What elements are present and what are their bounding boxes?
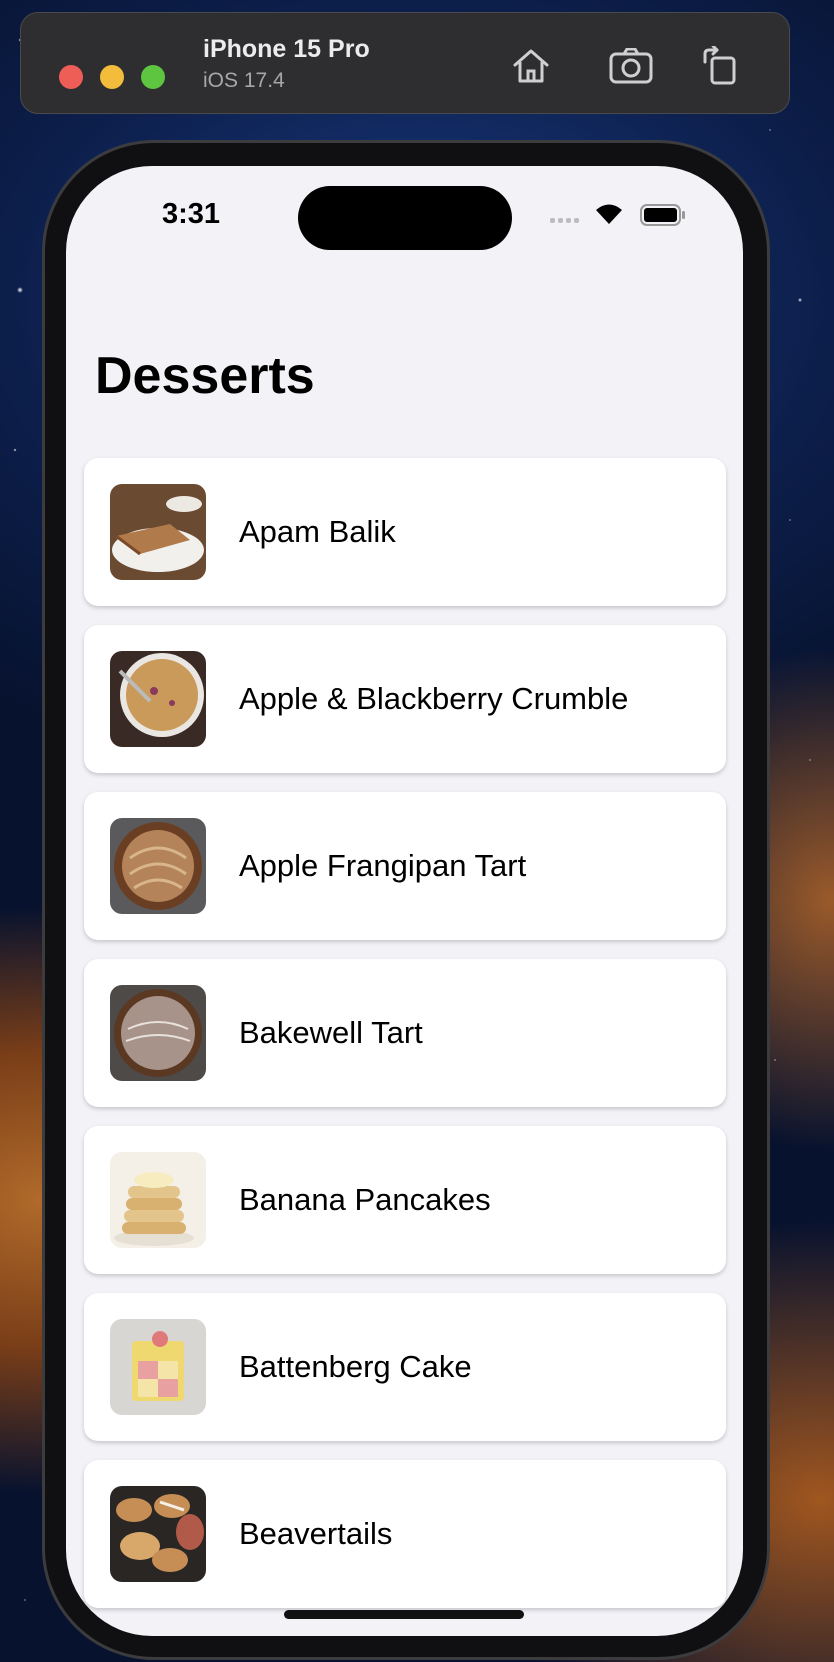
- screenshot-icon: [609, 48, 653, 84]
- list-item[interactable]: Battenberg Cake: [84, 1293, 726, 1441]
- dessert-name: Battenberg Cake: [239, 1349, 472, 1384]
- dessert-thumbnail: [110, 985, 206, 1081]
- dessert-thumbnail: [110, 1152, 206, 1248]
- dessert-name: Apple Frangipan Tart: [239, 848, 527, 883]
- wifi-icon: [596, 204, 622, 224]
- battery-icon: [640, 204, 685, 226]
- rotate-button[interactable]: [693, 43, 745, 89]
- list-item[interactable]: Banana Pancakes: [84, 1126, 726, 1274]
- list-item[interactable]: Apple Frangipan Tart: [84, 792, 726, 940]
- dessert-thumbnail: [110, 1319, 206, 1415]
- cellular-signal-icon: [550, 218, 579, 223]
- dessert-name: Bakewell Tart: [239, 1015, 423, 1050]
- close-window-button[interactable]: [59, 65, 83, 89]
- dessert-name: Beavertails: [239, 1516, 393, 1551]
- home-button[interactable]: [505, 43, 557, 89]
- dessert-thumbnail: [110, 1486, 206, 1582]
- device-name: iPhone 15 Pro: [203, 35, 370, 63]
- rotate-icon: [703, 46, 736, 85]
- screenshot-button[interactable]: [605, 43, 657, 89]
- list-item[interactable]: Apam Balik: [84, 458, 726, 606]
- zoom-window-button[interactable]: [141, 65, 165, 89]
- dessert-thumbnail: [110, 818, 206, 914]
- minimize-window-button[interactable]: [100, 65, 124, 89]
- dessert-thumbnail: [110, 651, 206, 747]
- dessert-thumbnail: [110, 484, 206, 580]
- dessert-list: Apam Balik Apple & Blackberry Crumble Ap…: [84, 458, 726, 1627]
- list-item[interactable]: Bakewell Tart: [84, 959, 726, 1107]
- home-icon: [513, 49, 549, 83]
- page-title: Desserts: [95, 347, 315, 405]
- simulator-toolbar: iPhone 15 Pro iOS 17.4: [20, 12, 790, 114]
- dynamic-island: [298, 186, 512, 250]
- list-item[interactable]: Beavertails: [84, 1460, 726, 1608]
- home-indicator[interactable]: [284, 1610, 524, 1619]
- dessert-name: Apam Balik: [239, 514, 396, 549]
- phone-screen: 3:31 Desserts Apam Balik Apple & Blackbe…: [66, 166, 743, 1636]
- os-version: iOS 17.4: [203, 69, 285, 92]
- dessert-name: Banana Pancakes: [239, 1182, 491, 1217]
- dessert-name: Apple & Blackberry Crumble: [239, 681, 629, 716]
- status-time: 3:31: [162, 198, 221, 230]
- list-item[interactable]: Apple & Blackberry Crumble: [84, 625, 726, 773]
